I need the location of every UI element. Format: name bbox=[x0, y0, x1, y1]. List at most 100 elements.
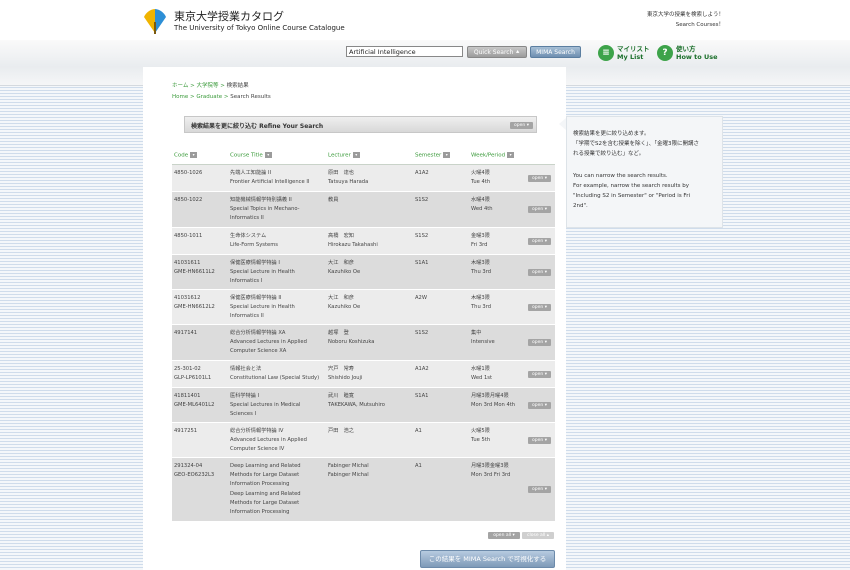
course-title: Deep Learning and Related Methods for Lar… bbox=[230, 462, 301, 517]
refine-open-button[interactable]: open ▾ bbox=[510, 122, 533, 129]
course-title-line[interactable]: 先端人工知能論 II bbox=[230, 169, 309, 178]
quick-search-button[interactable]: Quick Search ⯅ bbox=[467, 46, 527, 58]
sidebox-pointer bbox=[559, 118, 566, 130]
col-semester[interactable]: Semester ▾ bbox=[415, 152, 451, 159]
course-code: 291324-04 GEO-EO6232L3 bbox=[174, 462, 214, 480]
week-period-line: 木曜3限 bbox=[471, 295, 490, 301]
course-title-line: Life-Form Systems bbox=[230, 242, 278, 249]
semester-line: A1A2 bbox=[415, 366, 429, 372]
course-title: 保健医療情報学特論 I Special Lecture in Health Info… bbox=[230, 259, 295, 287]
course-title: 保健医療情報学特論 II Special Lecture in Health Inf… bbox=[230, 294, 295, 322]
table-row: 41031611 GME-HN6611L2 保健医療情報学特論 I Special L… bbox=[172, 255, 555, 290]
site-title-ja[interactable]: 東京大学授業カタログ bbox=[174, 8, 284, 24]
breadcrumb-graduate-en[interactable]: Graduate bbox=[196, 94, 222, 100]
course-title-line: Methods for Large Dataset bbox=[230, 472, 300, 479]
row-open-button[interactable]: open ▾ bbox=[528, 402, 551, 409]
help-text-en-2: For example, narrow the search results b… bbox=[573, 183, 689, 189]
semester-line: S1A1 bbox=[415, 393, 429, 399]
sort-icon[interactable]: ▾ bbox=[190, 152, 198, 158]
breadcrumb-home-ja[interactable]: ホーム bbox=[172, 83, 188, 89]
course-title-line[interactable]: Deep Learning and Related bbox=[230, 462, 301, 471]
course-code-line: 41031611 bbox=[174, 260, 201, 266]
lecturer-line: 高橋 宏知 bbox=[328, 233, 354, 239]
search-input[interactable] bbox=[346, 46, 463, 57]
course-title-line[interactable]: 医科学特論 I bbox=[230, 392, 300, 401]
course-title-line[interactable]: 保健医療情報学特論 I bbox=[230, 259, 295, 268]
semester-line: S1S2 bbox=[415, 233, 429, 239]
course-title-line: Special Lecture in Health bbox=[230, 269, 295, 276]
course-title-line[interactable]: 保健医療情報学特論 II bbox=[230, 294, 295, 303]
course-title: 総合分析情報学特論 XA Advanced Lectures in Applied… bbox=[230, 329, 307, 357]
help-text-en-3: "Including S2 in Semester" or "Period is… bbox=[573, 193, 690, 199]
close-all-button[interactable]: close all ▴ bbox=[522, 532, 554, 539]
col-code[interactable]: Code ▾ bbox=[174, 152, 198, 159]
lecturer-line: 越塚 登 bbox=[328, 330, 349, 336]
sort-icon[interactable]: ▾ bbox=[443, 152, 451, 158]
course-code-line: GEO-EO6232L3 bbox=[174, 472, 215, 479]
course-title: 医科学特論 I Special Lectures in Medical Scienc… bbox=[230, 392, 300, 420]
table-row: 4850-1022 知能機械情報学特別講義 II Special Topics in… bbox=[172, 192, 555, 228]
week-period-line: 月曜3限月曜4限 bbox=[471, 393, 509, 399]
refine-search-title: 検索結果を更に絞り込む Refine Your Search bbox=[191, 123, 324, 130]
lecturer: 宍戸 常寿 Shishido Jouji bbox=[328, 365, 362, 383]
course-title-line: Deep Learning and Related bbox=[230, 490, 301, 497]
table-row: 41031612 GME-HN6612L2 保健医療情報学特論 II Special … bbox=[172, 290, 555, 325]
course-title-line: Informatics II bbox=[230, 313, 264, 320]
col-lecturer[interactable]: Lecturer ▾ bbox=[328, 152, 360, 159]
lecturer: 教員 bbox=[328, 196, 338, 205]
row-open-button[interactable]: open ▾ bbox=[528, 175, 551, 182]
site-title-en[interactable]: The University of Tokyo Online Course Ca… bbox=[174, 24, 345, 32]
week-period-line: Fri 3rd bbox=[471, 242, 488, 249]
ginkgo-logo-icon[interactable] bbox=[140, 6, 170, 36]
semester-line: A1 bbox=[415, 428, 422, 434]
breadcrumb-graduate-ja[interactable]: 大学院等 bbox=[196, 83, 218, 89]
mima-visualize-button[interactable]: この結果を MIMA Search で可視化する bbox=[420, 550, 555, 568]
how-to-label-ja: 使い方 bbox=[676, 45, 696, 53]
row-open-button[interactable]: open ▾ bbox=[528, 437, 551, 444]
tagline-ja: 東京大学の授業を検索しよう！ bbox=[646, 12, 724, 18]
course-title-line[interactable]: 生命体システム bbox=[230, 232, 278, 241]
row-open-button[interactable]: open ▾ bbox=[528, 486, 551, 493]
course-code-line: 291324-04 bbox=[174, 463, 203, 469]
row-open-button[interactable]: open ▾ bbox=[528, 269, 551, 276]
mima-search-button[interactable]: MIMA Search bbox=[530, 46, 581, 58]
row-open-button[interactable]: open ▾ bbox=[528, 371, 551, 378]
course-title-line: Informatics I bbox=[230, 278, 263, 285]
table-row: 4917141 総合分析情報学特論 XA Advanced Lectures in … bbox=[172, 325, 555, 361]
my-list-link[interactable]: ≡ マイリスト My List bbox=[598, 43, 653, 65]
week-period-line: 集中 bbox=[471, 330, 482, 336]
table-row: 4850-1011 生命体システム Life-Form Systems 高橋 宏知 Hi… bbox=[172, 228, 555, 255]
course-title-line[interactable]: 知能機械情報学特別講義 II bbox=[230, 196, 300, 205]
semester: A1A2 bbox=[415, 169, 429, 178]
row-open-button[interactable]: open ▾ bbox=[528, 238, 551, 245]
table-row: 25-301-02 GLP-LP6101L1 情報社会と法 Constitutiona… bbox=[172, 361, 555, 388]
week-period-line: 金曜3限 bbox=[471, 233, 490, 239]
course-title-line: Informatics II bbox=[230, 215, 264, 222]
how-to-use-link[interactable]: ? 使い方 How to Use bbox=[657, 43, 718, 65]
week-period: 火曜5限 Tue 5th bbox=[471, 427, 490, 445]
breadcrumb-current-en: Search Results bbox=[230, 94, 271, 100]
week-period-line: 火曜5限 bbox=[471, 428, 490, 434]
sort-icon[interactable]: ▾ bbox=[352, 152, 360, 158]
week-period-line: 木曜3限 bbox=[471, 260, 490, 266]
semester: A2W bbox=[415, 294, 427, 303]
course-title-line[interactable]: 総合分析情報学特論 XA bbox=[230, 329, 307, 338]
sort-icon[interactable]: ▾ bbox=[264, 152, 272, 158]
course-title-line[interactable]: 情報社会と法 bbox=[230, 365, 319, 374]
row-open-button[interactable]: open ▾ bbox=[528, 304, 551, 311]
col-course-title[interactable]: Course Title ▾ bbox=[230, 152, 272, 159]
lecturer-line: TAKEKAWA, Mutsuhiro bbox=[328, 402, 385, 409]
breadcrumb-home-en[interactable]: Home bbox=[172, 94, 188, 100]
sort-icon[interactable]: ▾ bbox=[507, 152, 515, 158]
row-open-button[interactable]: open ▾ bbox=[528, 206, 551, 213]
col-week-period[interactable]: Week/Period ▾ bbox=[471, 152, 515, 159]
course-title-line[interactable]: 総合分析情報学特論 IV bbox=[230, 427, 307, 436]
lecturer-line: 武川 睦寛 bbox=[328, 393, 354, 399]
site-header: 東京大学授業カタログ The University of Tokyo Onlin… bbox=[0, 0, 850, 40]
open-all-button[interactable]: open all ▾ bbox=[488, 532, 520, 539]
week-period-line: 水曜1限 bbox=[471, 366, 490, 372]
course-title-line: Special Lectures in Medical bbox=[230, 402, 301, 409]
row-open-button[interactable]: open ▾ bbox=[528, 339, 551, 346]
course-code: 41031612 GME-HN6612L2 bbox=[174, 294, 215, 312]
lecturer: 大江 和彦 Kazuhiko Oe bbox=[328, 259, 360, 277]
